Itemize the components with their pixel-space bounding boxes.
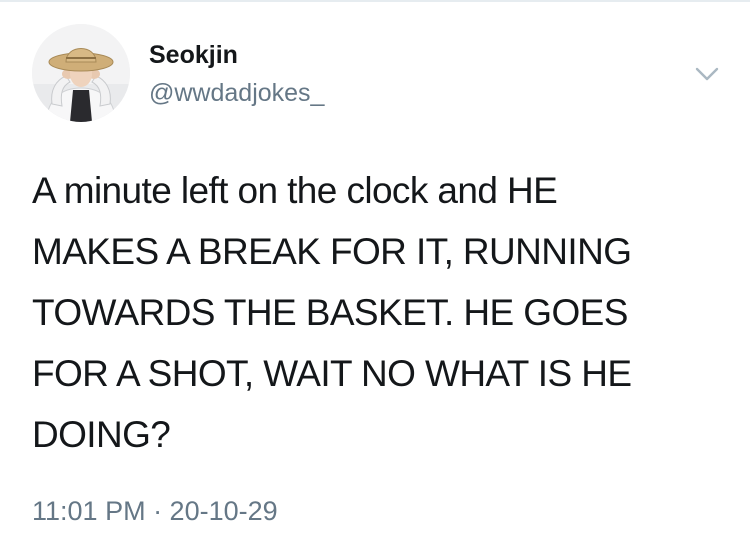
chevron-down-icon[interactable] [692, 62, 722, 86]
top-divider [0, 0, 750, 2]
author-handle[interactable]: @wwdadjokes_ [149, 78, 324, 108]
tweet-timestamp[interactable]: 11:01 PM · 20-10-29 [32, 494, 278, 528]
avatar-photo [32, 24, 130, 122]
author-display-name[interactable]: Seokjin [149, 40, 238, 70]
tweet-text: A minute left on the clock and HE MAKES … [32, 170, 632, 455]
author-avatar[interactable] [32, 24, 130, 122]
